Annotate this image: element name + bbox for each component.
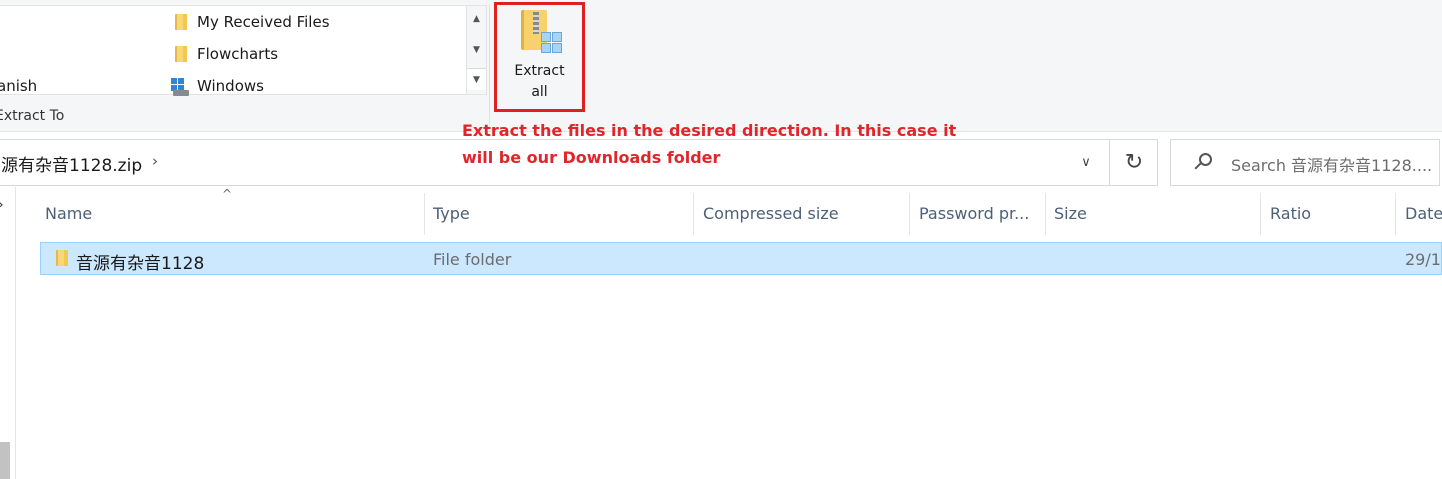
column-divider[interactable] bbox=[909, 193, 910, 235]
gallery-item-windows[interactable]: Windows bbox=[171, 74, 264, 98]
navigation-pane: › bbox=[0, 187, 16, 479]
gallery-scrollbar[interactable]: ▲ ▼ ▼ bbox=[467, 5, 487, 95]
nav-scrollbar-thumb[interactable] bbox=[0, 442, 10, 479]
column-header-compressed-size[interactable]: Compressed size bbox=[695, 187, 909, 240]
column-header-date[interactable]: Date bbox=[1397, 187, 1442, 240]
breadcrumb-chevron-icon[interactable]: › bbox=[152, 152, 158, 170]
tutorial-annotation: Extract the files in the desired directi… bbox=[462, 121, 957, 167]
gallery-item-my-received-files[interactable]: My Received Files bbox=[171, 10, 330, 34]
column-header-size[interactable]: Size bbox=[1046, 187, 1260, 240]
scroll-down-icon[interactable]: ▼ bbox=[467, 39, 486, 61]
table-row[interactable]: 音源有杂音1128 File folder 29/1 bbox=[40, 242, 1442, 275]
extract-all-label: Extract all bbox=[514, 63, 565, 100]
search-placeholder: Search 音源有杂音1128.... bbox=[1231, 156, 1433, 175]
column-divider[interactable] bbox=[1260, 193, 1261, 235]
gallery-item-label: My Received Files bbox=[197, 13, 330, 31]
search-icon bbox=[1193, 153, 1213, 173]
folder-icon bbox=[171, 45, 189, 63]
gallery-item-label: Flowcharts bbox=[197, 45, 279, 63]
extract-to-gallery: My Received Files Flowcharts anish Windo… bbox=[0, 5, 467, 98]
zip-folder-icon bbox=[521, 10, 565, 56]
gallery-item-partial[interactable]: anish bbox=[0, 74, 37, 98]
file-name: 音源有杂音1128 bbox=[76, 254, 205, 274]
chevron-down-icon[interactable]: ∨ bbox=[1063, 140, 1109, 185]
search-input[interactable]: Search 音源有杂音1128.... bbox=[1170, 139, 1440, 186]
column-header-password-protected[interactable]: Password pr... bbox=[911, 187, 1045, 240]
breadcrumb-zip[interactable]: 源有杂音1128.zip bbox=[1, 151, 142, 176]
ribbon-group-label: Extract To bbox=[0, 108, 65, 124]
folder-icon bbox=[171, 13, 189, 31]
gallery-item-flowcharts[interactable]: Flowcharts bbox=[171, 42, 278, 66]
scroll-up-icon[interactable]: ▲ bbox=[467, 8, 486, 30]
file-date: 29/1 bbox=[1405, 250, 1441, 269]
column-header-ratio[interactable]: Ratio bbox=[1262, 187, 1395, 240]
refresh-icon[interactable]: ↻ bbox=[1109, 139, 1158, 186]
gallery-item-label: Windows bbox=[197, 77, 264, 95]
column-header-name[interactable]: Name bbox=[37, 187, 424, 240]
column-header-type[interactable]: Type bbox=[425, 187, 693, 240]
ribbon-divider bbox=[489, 4, 490, 124]
file-explorer-window: My Received Files Flowcharts anish Windo… bbox=[0, 0, 1442, 479]
ribbon: My Received Files Flowcharts anish Windo… bbox=[0, 0, 1442, 131]
folder-icon bbox=[52, 249, 70, 267]
gallery-expand-icon[interactable]: ▼ bbox=[467, 68, 486, 90]
file-type: File folder bbox=[433, 250, 512, 269]
extract-all-button[interactable]: Extract all bbox=[494, 2, 585, 112]
gallery-item-label: anish bbox=[0, 77, 38, 95]
column-divider[interactable] bbox=[693, 193, 694, 235]
column-divider[interactable] bbox=[1395, 193, 1396, 235]
chevron-right-icon[interactable]: › bbox=[0, 197, 4, 213]
windows-drive-icon bbox=[171, 77, 189, 96]
